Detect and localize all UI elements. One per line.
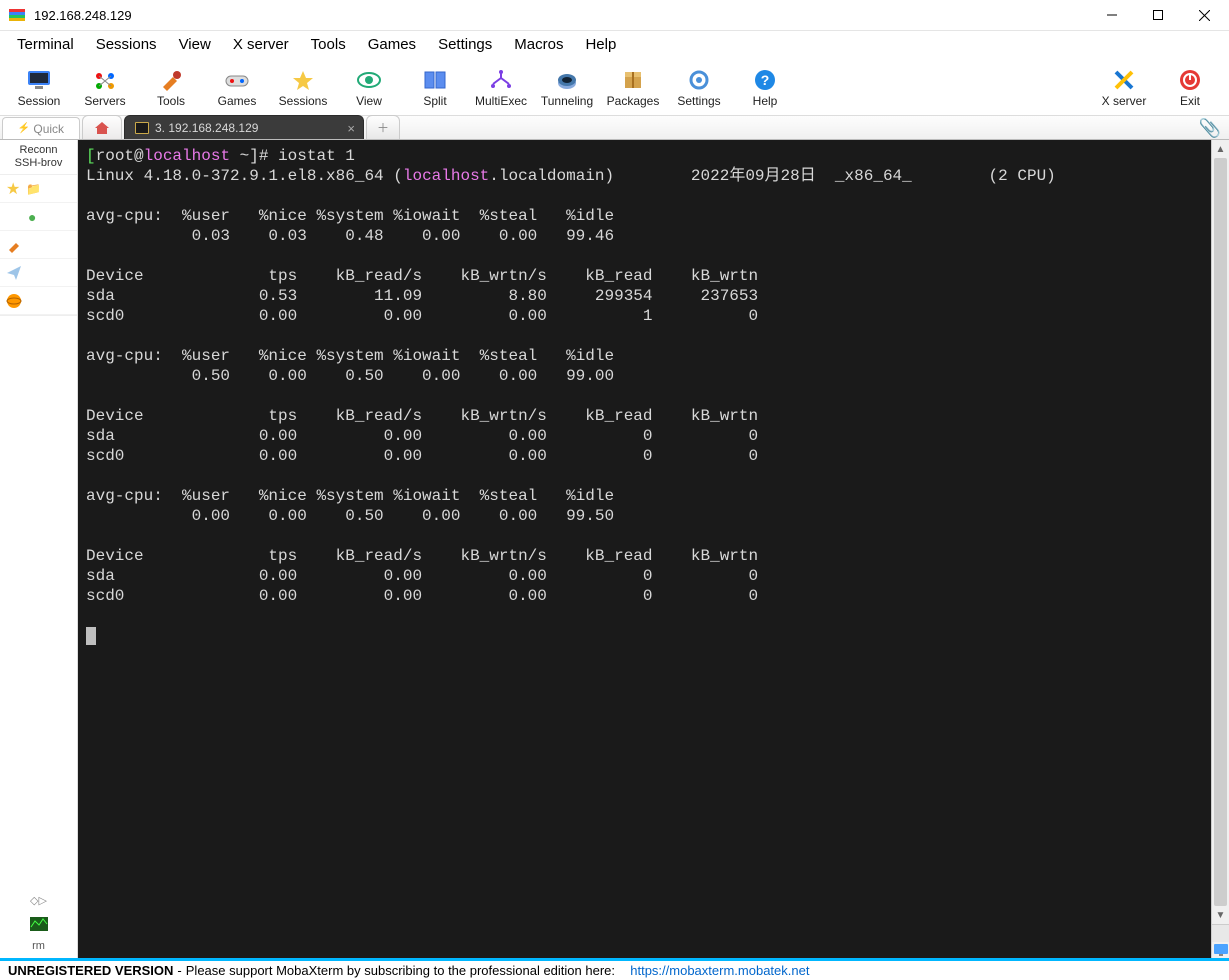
svg-text:?: ?	[761, 72, 770, 88]
check-icon: ●	[28, 209, 36, 225]
gear-icon	[686, 68, 712, 92]
tb-help[interactable]: ?Help	[732, 61, 798, 115]
terminal-panel: [root@localhost ~]# iostat 1 Linux 4.18.…	[78, 140, 1211, 958]
sidebar-monitor-icon[interactable]	[30, 914, 48, 934]
tabstrip: ⚡Quick 3. 192.168.248.129 × ＋ 📎	[0, 116, 1229, 140]
multiexec-icon	[488, 68, 514, 92]
tb-view[interactable]: View	[336, 61, 402, 115]
tb-xserver[interactable]: X server	[1091, 61, 1157, 115]
package-icon	[620, 68, 646, 92]
tb-tools[interactable]: Tools	[138, 61, 204, 115]
minimize-button[interactable]	[1089, 0, 1135, 30]
terminal[interactable]: [root@localhost ~]# iostat 1 Linux 4.18.…	[78, 140, 1211, 958]
main-area: Reconn SSH-brov ★📁 ● ◇▷ rm [root@localho…	[0, 140, 1229, 958]
terminal-cursor	[86, 627, 96, 645]
scroll-down-icon[interactable]: ▼	[1212, 906, 1229, 924]
tunnel-icon	[554, 68, 580, 92]
status-link[interactable]: https://mobaxterm.mobatek.net	[630, 963, 809, 978]
folder-icon: 📁	[26, 182, 41, 196]
sidebar-collapse-icon[interactable]: ◇▷	[30, 890, 48, 910]
star-icon	[290, 68, 316, 92]
menu-games[interactable]: Games	[357, 33, 427, 56]
maximize-button[interactable]	[1135, 0, 1181, 30]
paper-plane-icon	[6, 265, 22, 281]
star-icon: ★	[6, 179, 20, 199]
status-message: Please support MobaXterm by subscribing …	[186, 963, 615, 978]
titlebar: 192.168.248.129	[0, 0, 1229, 31]
power-icon	[1177, 68, 1203, 92]
xserver-icon	[1111, 68, 1137, 92]
terminal-output: [root@localhost ~]# iostat 1 Linux 4.18.…	[86, 146, 1203, 646]
tab-close-icon[interactable]: ×	[347, 121, 355, 136]
tb-games[interactable]: Games	[204, 61, 270, 115]
sidebar-globe[interactable]	[0, 287, 77, 315]
monitor-icon	[26, 68, 52, 92]
sidebar-reconnect[interactable]: Reconn SSH-brov	[0, 140, 77, 175]
globe-icon	[6, 293, 22, 309]
tb-multiexec[interactable]: MultiExec	[468, 61, 534, 115]
scroll-track[interactable]	[1212, 158, 1229, 906]
tb-settings[interactable]: Settings	[666, 61, 732, 115]
servers-icon	[92, 68, 118, 92]
statusbar: UNREGISTERED VERSION - Please support Mo…	[0, 958, 1229, 980]
tools-icon	[158, 68, 184, 92]
app-icon	[8, 6, 26, 24]
menu-settings[interactable]: Settings	[427, 33, 503, 56]
sidebar-favorite[interactable]: ★📁	[0, 175, 77, 203]
tb-servers[interactable]: Servers	[72, 61, 138, 115]
status-unregistered: UNREGISTERED VERSION	[8, 963, 173, 978]
vertical-scrollbar[interactable]: ▲ ▼	[1211, 140, 1229, 958]
menu-view[interactable]: View	[168, 33, 222, 56]
menu-macros[interactable]: Macros	[503, 33, 574, 56]
close-button[interactable]	[1181, 0, 1227, 30]
terminal-icon	[135, 122, 149, 134]
sidebar: Reconn SSH-brov ★📁 ● ◇▷ rm	[0, 140, 78, 958]
sidebar-tool[interactable]	[0, 231, 77, 259]
toolbar: Session Servers Tools Games Sessions Vie…	[0, 58, 1229, 116]
help-icon: ?	[752, 68, 778, 92]
scroll-grip[interactable]	[1212, 924, 1229, 942]
menu-help[interactable]: Help	[574, 33, 627, 56]
menu-tools[interactable]: Tools	[300, 33, 357, 56]
wrench-icon	[6, 237, 22, 253]
menubar: Terminal Sessions View X server Tools Ga…	[0, 31, 1229, 58]
home-icon	[94, 121, 110, 135]
gamepad-icon	[224, 68, 250, 92]
tab-label: 3. 192.168.248.129	[155, 121, 258, 135]
sidebar-check[interactable]: ●	[0, 203, 77, 231]
corner-monitor-icon[interactable]	[1212, 942, 1229, 958]
sidebar-rm-label: rm	[32, 938, 45, 958]
tb-exit[interactable]: Exit	[1157, 61, 1223, 115]
tab-new[interactable]: ＋	[366, 115, 400, 139]
eye-icon	[356, 68, 382, 92]
tb-session[interactable]: Session	[6, 61, 72, 115]
tb-split[interactable]: Split	[402, 61, 468, 115]
menu-xserver[interactable]: X server	[222, 33, 300, 56]
scroll-thumb[interactable]	[1214, 158, 1227, 906]
quick-connect[interactable]: ⚡Quick	[2, 117, 80, 139]
split-icon	[422, 68, 448, 92]
tb-packages[interactable]: Packages	[600, 61, 666, 115]
window-title: 192.168.248.129	[34, 8, 132, 23]
tab-session-active[interactable]: 3. 192.168.248.129 ×	[124, 115, 364, 139]
sidebar-send[interactable]	[0, 259, 77, 287]
paperclip-icon[interactable]: 📎	[1199, 118, 1221, 139]
tab-home[interactable]	[82, 115, 122, 139]
tb-sessions[interactable]: Sessions	[270, 61, 336, 115]
tb-tunneling[interactable]: Tunneling	[534, 61, 600, 115]
menu-terminal[interactable]: Terminal	[6, 33, 85, 56]
menu-sessions[interactable]: Sessions	[85, 33, 168, 56]
scroll-up-icon[interactable]: ▲	[1212, 140, 1229, 158]
